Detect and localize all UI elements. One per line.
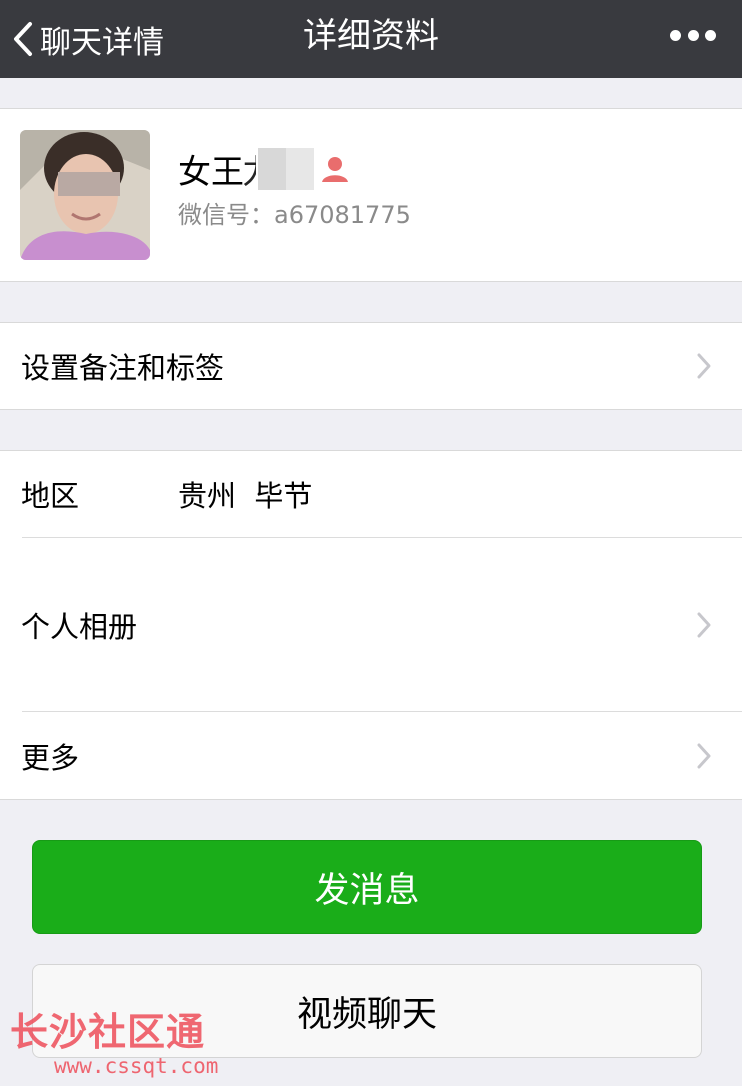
details-section: 地区 贵州 毕节 个人相册 更多 <box>0 450 742 800</box>
chevron-right-icon <box>697 612 711 637</box>
wechat-id: 微信号：a67081775 <box>178 195 411 230</box>
more-label: 更多 <box>21 740 80 775</box>
back-label: 聊天详情 <box>40 24 164 61</box>
more-row[interactable]: 更多 <box>0 712 742 799</box>
remark-tags-label: 设置备注和标签 <box>21 351 225 385</box>
wechat-id-value: a67081775 <box>274 201 411 229</box>
remark-section: 设置备注和标签 <box>0 322 742 410</box>
remark-tags-row[interactable]: 设置备注和标签 <box>0 323 742 409</box>
region-label: 地区 <box>21 479 80 513</box>
avatar[interactable] <box>20 130 150 260</box>
navigation-bar: 聊天详情 详细资料 <box>0 0 742 78</box>
chevron-left-icon <box>14 22 32 56</box>
chevron-right-icon <box>697 353 711 379</box>
send-message-button[interactable]: 发消息 <box>32 840 702 934</box>
region-value: 贵州 毕节 <box>178 479 313 513</box>
contact-name: 女王 力 <box>178 141 350 197</box>
region-row: 地区 贵州 毕节 <box>0 451 742 537</box>
name-mosaic <box>258 148 314 190</box>
more-dots-icon[interactable] <box>670 22 716 48</box>
back-button[interactable]: 聊天详情 <box>12 0 164 78</box>
contact-name-text: 女王 <box>178 152 244 191</box>
video-call-button[interactable]: 视频聊天 <box>32 964 702 1058</box>
chevron-right-icon <box>697 743 711 768</box>
female-user-icon <box>322 157 348 182</box>
album-row[interactable]: 个人相册 <box>0 538 742 711</box>
profile-card: 女王 力 微信号：a67081775 <box>0 108 742 282</box>
album-label: 个人相册 <box>21 609 138 644</box>
contact-name-partial: 力 <box>242 145 256 193</box>
wechat-id-label: 微信号： <box>178 201 274 229</box>
